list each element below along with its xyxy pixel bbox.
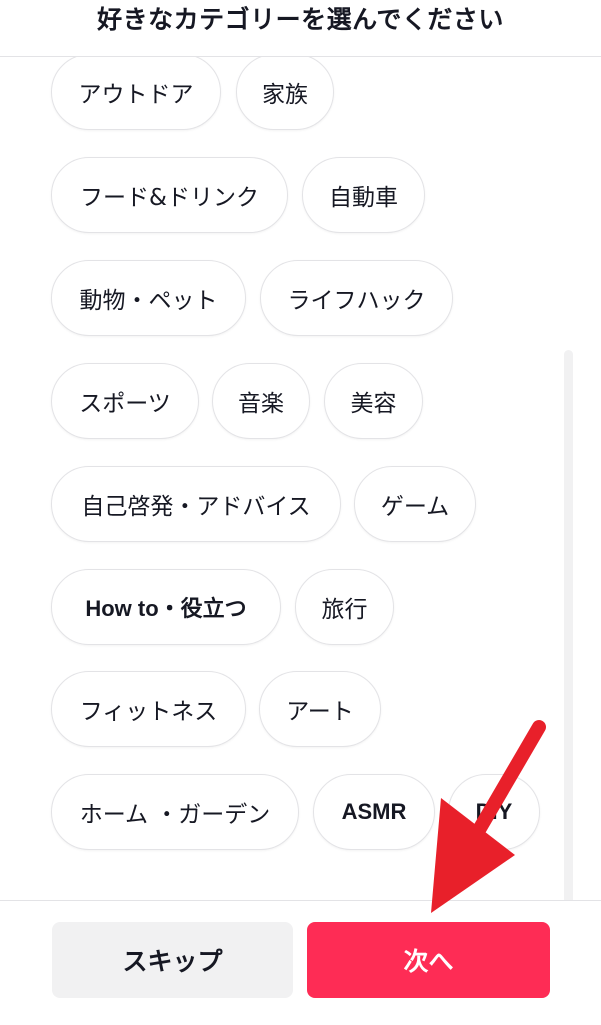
category-chip-music[interactable]: 音楽 [212,363,310,439]
next-button[interactable]: 次へ [307,922,550,998]
footer-bar: スキップ 次へ [0,900,601,1025]
category-chip-car[interactable]: 自動車 [302,157,425,233]
category-chip-animals-pets[interactable]: 動物・ペット [51,260,246,336]
category-chip-outdoor[interactable]: アウトドア [51,57,221,130]
category-chip-lifehack[interactable]: ライフハック [260,260,453,336]
category-list[interactable]: アウトドア 家族 フード&ドリンク 自動車 動物・ペット ライフハック スポーツ… [0,57,601,899]
category-chip-diy[interactable]: DIY [448,774,540,850]
header-bar: 好きなカテゴリーを選んでください [0,0,601,57]
category-chip-howto[interactable]: How to・役立つ [51,569,281,645]
category-chip-beauty[interactable]: 美容 [324,363,423,439]
category-chip-food-drink[interactable]: フード&ドリンク [51,157,288,233]
category-chip-family[interactable]: 家族 [236,57,334,130]
category-chip-asmr[interactable]: ASMR [313,774,435,850]
skip-button[interactable]: スキップ [52,922,293,998]
category-chip-home-garden[interactable]: ホーム ・ガーデン [51,774,299,850]
category-chip-fitness[interactable]: フィットネス [51,671,246,747]
category-chip-sports[interactable]: スポーツ [51,363,199,439]
category-chip-art[interactable]: アート [259,671,381,747]
category-chip-travel[interactable]: 旅行 [295,569,394,645]
page-title: 好きなカテゴリーを選んでください [97,5,504,34]
scrollbar[interactable] [564,350,573,904]
category-chip-self-improvement[interactable]: 自己啓発・アドバイス [51,466,341,542]
category-chip-game[interactable]: ゲーム [354,466,476,542]
